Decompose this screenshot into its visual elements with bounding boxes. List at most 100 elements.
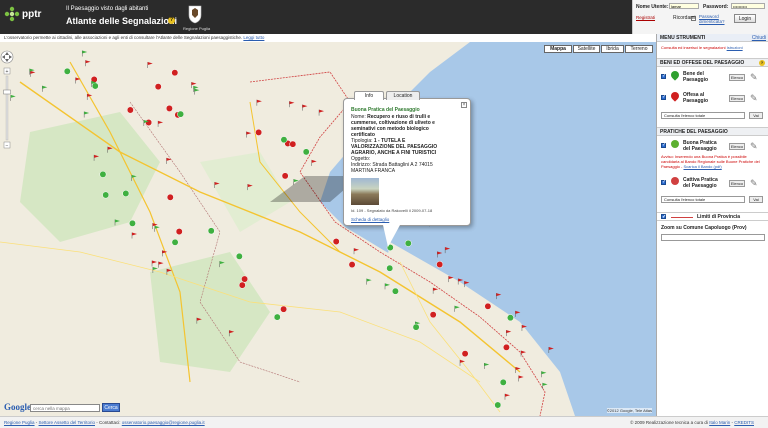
green-marker-icon[interactable]: [542, 382, 548, 389]
red-marker-icon[interactable]: [548, 347, 554, 354]
green-marker-icon[interactable]: [91, 82, 99, 90]
red-marker-icon[interactable]: [448, 276, 454, 283]
red-marker-icon[interactable]: [496, 293, 502, 300]
red-marker-icon[interactable]: [241, 275, 249, 283]
red-marker-icon[interactable]: [75, 77, 81, 84]
red-marker-icon[interactable]: [196, 317, 202, 324]
red-marker-icon[interactable]: [506, 330, 512, 337]
green-marker-icon[interactable]: [506, 314, 514, 322]
green-marker-icon[interactable]: [484, 362, 490, 369]
red-marker-icon[interactable]: [158, 261, 164, 268]
map-zoom-control[interactable]: + −: [0, 50, 14, 160]
red-marker-icon[interactable]: [107, 146, 113, 153]
red-marker-icon[interactable]: [348, 261, 356, 269]
beni-list-select[interactable]: Consulta l'elenco totale: [661, 112, 745, 119]
red-marker-icon[interactable]: [515, 310, 521, 317]
red-marker-icon[interactable]: [457, 278, 464, 285]
register-link[interactable]: Registrati: [636, 15, 655, 20]
red-marker-icon[interactable]: [318, 109, 325, 116]
vai-button[interactable]: Vai: [749, 196, 763, 203]
green-marker-icon[interactable]: [102, 191, 110, 199]
footer-regione-link[interactable]: Regione Puglia: [4, 420, 35, 425]
red-marker-icon[interactable]: [436, 261, 444, 268]
red-marker-icon[interactable]: [429, 311, 437, 319]
green-marker-icon[interactable]: [454, 305, 460, 312]
close-icon[interactable]: ×: [461, 102, 467, 108]
pencil-icon[interactable]: ✎: [750, 93, 758, 104]
green-marker-icon[interactable]: [122, 190, 130, 197]
green-marker-icon[interactable]: [114, 219, 121, 226]
red-marker-icon[interactable]: [432, 287, 439, 294]
green-marker-icon[interactable]: [42, 85, 48, 92]
green-marker-icon[interactable]: [280, 136, 288, 144]
green-marker-icon[interactable]: [63, 67, 71, 75]
green-marker-icon[interactable]: [152, 266, 158, 273]
red-marker-icon[interactable]: [289, 101, 295, 108]
green-marker-icon[interactable]: [494, 401, 502, 409]
map-canvas[interactable]: + −: [0, 42, 656, 416]
red-marker-icon[interactable]: [131, 232, 138, 239]
map-search-button[interactable]: Cerca: [102, 403, 120, 412]
elenco-button[interactable]: Elenco: [729, 180, 745, 187]
red-marker-icon[interactable]: [154, 83, 162, 91]
red-marker-icon[interactable]: [255, 128, 263, 136]
map-type-terreno[interactable]: Terreno: [625, 45, 653, 53]
red-marker-icon[interactable]: [175, 228, 183, 236]
red-marker-icon[interactable]: [171, 69, 179, 77]
red-marker-icon[interactable]: [157, 120, 164, 127]
logo-text[interactable]: pptr: [22, 9, 41, 20]
username-input[interactable]: [669, 3, 699, 9]
green-marker-icon[interactable]: [273, 313, 281, 321]
red-marker-icon[interactable]: [147, 61, 153, 68]
green-marker-icon[interactable]: [302, 148, 310, 156]
elenco-button[interactable]: Elenco: [729, 143, 745, 150]
green-marker-icon[interactable]: [83, 111, 90, 118]
red-marker-icon[interactable]: [502, 343, 510, 351]
red-marker-icon[interactable]: [86, 93, 93, 100]
red-marker-icon[interactable]: [437, 251, 443, 258]
green-marker-icon[interactable]: [131, 174, 137, 181]
red-marker-icon[interactable]: [162, 250, 168, 257]
green-marker-icon[interactable]: [154, 225, 160, 232]
red-marker-icon[interactable]: [151, 260, 158, 267]
footer-credits-link[interactable]: CREDITS: [734, 420, 754, 425]
province-limits-checkbox[interactable]: [661, 213, 666, 221]
green-marker-icon[interactable]: [366, 278, 372, 285]
green-marker-icon[interactable]: [194, 88, 200, 95]
elenco-button[interactable]: Elenco: [729, 74, 745, 81]
red-marker-icon[interactable]: [166, 193, 174, 201]
map-type-mappa[interactable]: Mappa: [544, 45, 572, 53]
red-marker-icon[interactable]: [289, 140, 297, 148]
elenco-button[interactable]: Elenco: [729, 95, 745, 102]
red-marker-icon[interactable]: [246, 131, 252, 138]
red-marker-icon[interactable]: [311, 159, 317, 166]
login-button[interactable]: Login: [734, 14, 756, 23]
red-marker-icon[interactable]: [166, 268, 172, 275]
red-marker-icon[interactable]: [228, 330, 235, 337]
red-marker-icon[interactable]: [461, 350, 469, 358]
red-marker-icon[interactable]: [281, 172, 289, 180]
green-marker-icon[interactable]: [384, 283, 391, 290]
marker-layer[interactable]: [0, 42, 656, 416]
red-marker-icon[interactable]: [302, 104, 308, 111]
green-marker-icon[interactable]: [293, 179, 299, 186]
red-marker-icon[interactable]: [126, 106, 134, 114]
red-marker-icon[interactable]: [353, 248, 360, 255]
zoom-city-select[interactable]: [661, 234, 765, 241]
red-marker-icon[interactable]: [459, 359, 466, 366]
forgot-password-link[interactable]: Password dimenticata?: [699, 14, 727, 24]
red-marker-icon[interactable]: [85, 60, 91, 67]
footer-email-link[interactable]: osservatorio.paesaggio@regione.puglia.it: [122, 420, 205, 425]
green-marker-icon[interactable]: [386, 264, 394, 272]
green-marker-icon[interactable]: [128, 219, 136, 227]
detail-link[interactable]: Scheda di dettaglio: [351, 217, 389, 222]
map-type-satellite[interactable]: Satellite: [573, 45, 600, 53]
pencil-icon[interactable]: ✎: [750, 141, 758, 152]
pencil-icon[interactable]: ✎: [750, 72, 758, 83]
layer-checkbox[interactable]: [661, 73, 666, 79]
red-marker-icon[interactable]: [521, 324, 527, 331]
red-marker-icon[interactable]: [238, 281, 246, 289]
password-input[interactable]: [731, 3, 765, 9]
green-marker-icon[interactable]: [391, 287, 399, 295]
pratiche-list-select[interactable]: Consulta l'elenco totale: [661, 196, 745, 203]
